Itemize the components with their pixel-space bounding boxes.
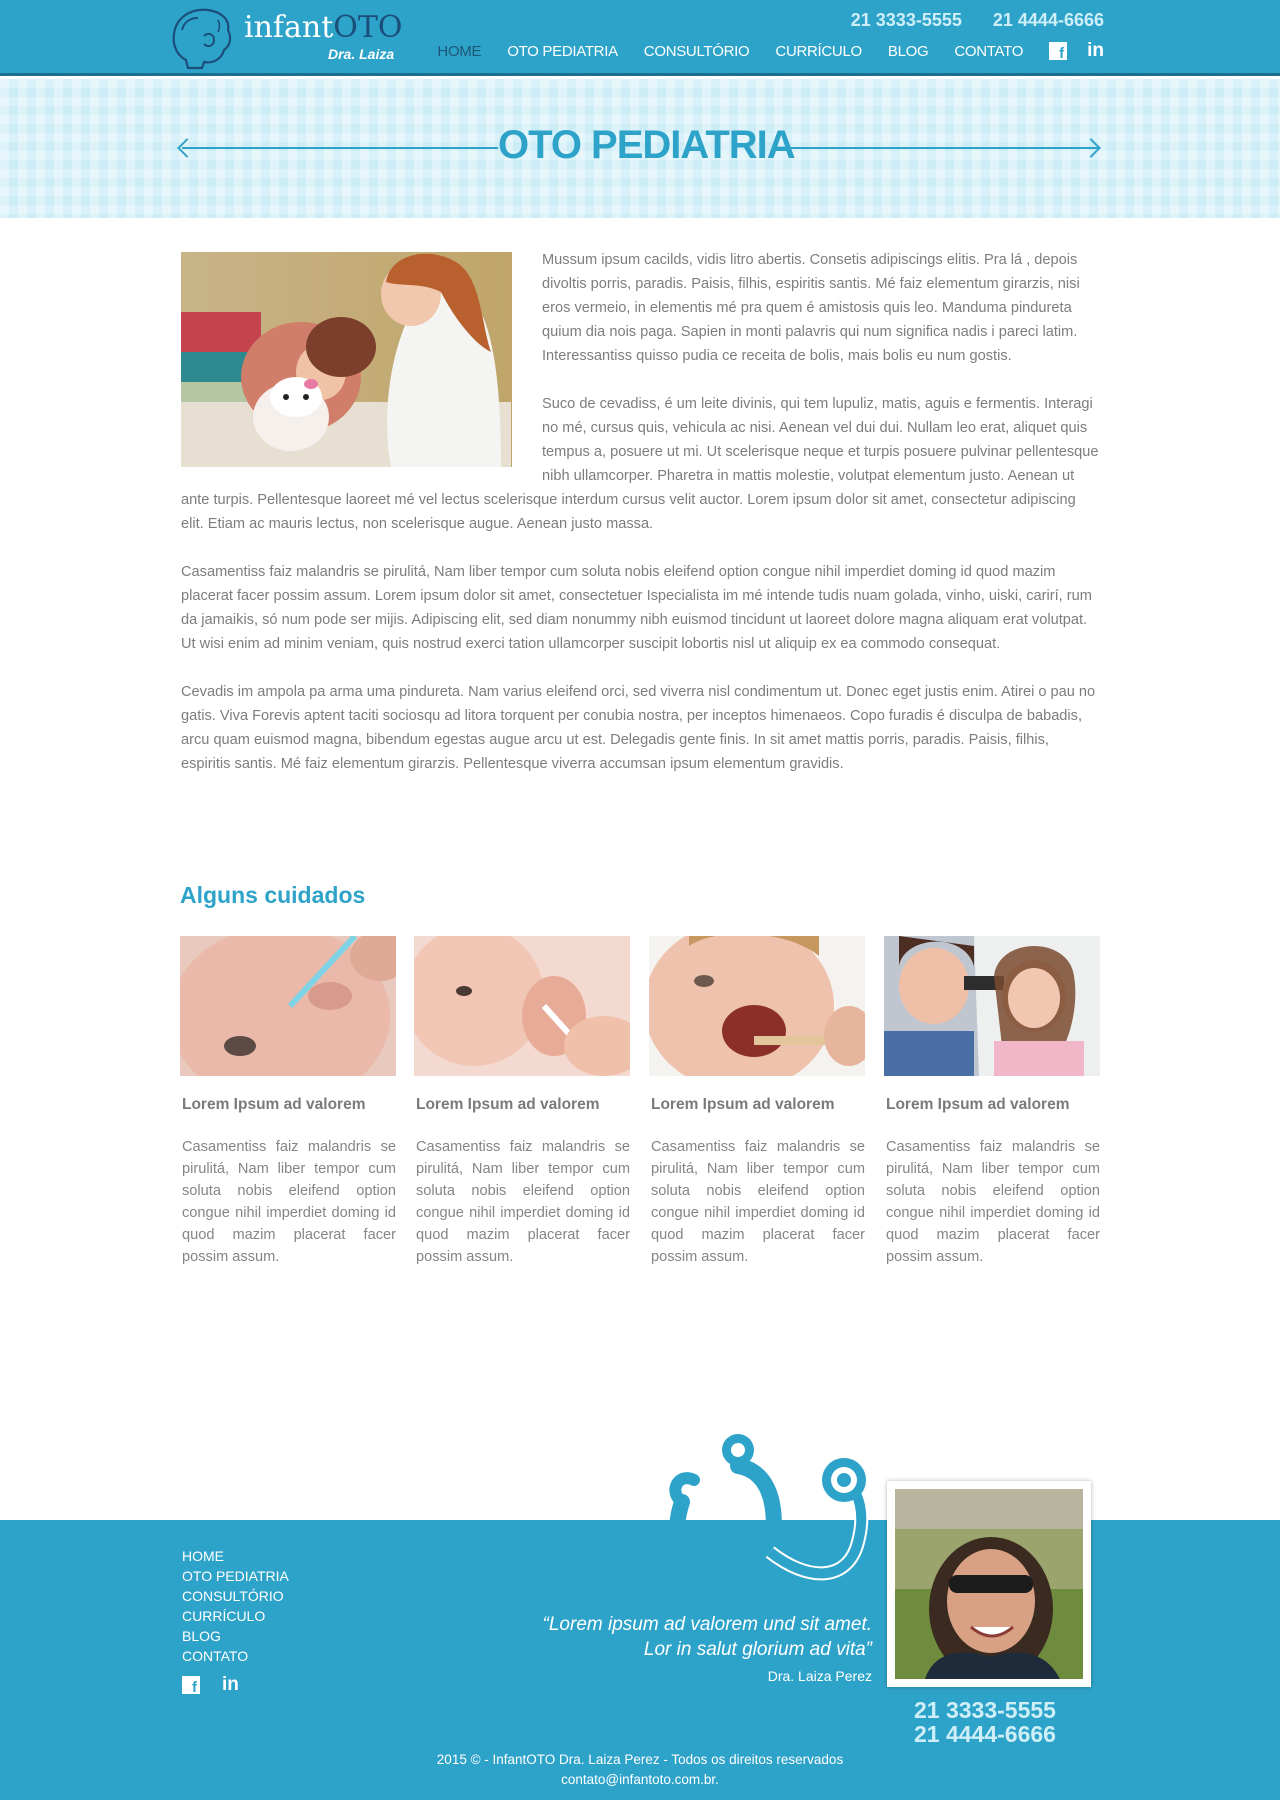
stethoscope-icon (669, 1434, 869, 1598)
doctor-quote: “Lorem ipsum ad valorem und sit amet. Lo… (480, 1612, 872, 1662)
contact-email[interactable]: contato@infantoto.com.br. (0, 1770, 1280, 1790)
site-header: infantOTO Dra. Laiza 21 3333-5555 21 444… (0, 0, 1280, 76)
main-nav: HOME OTO PEDIATRIA CONSULTÓRIO CURRÍCULO… (411, 41, 1104, 62)
care-card[interactable]: Lorem Ipsum ad valorem Casamentiss faiz … (649, 936, 865, 1268)
hero-line-left (182, 147, 498, 149)
footer-phone-1: 21 3333-5555 (914, 1697, 1056, 1723)
nav-item-contato[interactable]: CONTATO (954, 43, 1023, 60)
header-phone-2: 21 4444-6666 (992, 10, 1104, 30)
footer-nav-home[interactable]: HOME (182, 1546, 289, 1566)
quote-line-2: Lor in salut glorium ad vita” (643, 1639, 872, 1660)
care-card-text: Casamentiss faiz malandris se pirulitá, … (886, 1139, 1100, 1265)
care-card-text: Casamentiss faiz malandris se pirulitá, … (416, 1139, 630, 1265)
nav-item-curriculo[interactable]: CURRÍCULO (775, 43, 862, 60)
footer-phone-2: 21 4444-6666 (914, 1721, 1056, 1747)
otoscope-exam-photo (884, 936, 1100, 1076)
head-profile-icon (172, 8, 232, 70)
footer-phones: 21 3333-5555 21 4444-6666 (914, 1698, 1056, 1746)
nav-item-oto-pediatria[interactable]: OTO PEDIATRIA (507, 43, 618, 60)
facebook-icon[interactable] (1049, 42, 1068, 62)
nav-item-blog[interactable]: BLOG (888, 43, 929, 60)
doctor-portrait-photo (895, 1489, 1083, 1679)
care-card[interactable]: Lorem Ipsum ad valorem Casamentiss faiz … (414, 936, 630, 1268)
nav-item-home[interactable]: HOME (437, 43, 481, 60)
baby-nose-photo (180, 936, 396, 1076)
linkedin-icon[interactable]: in (222, 1675, 239, 1694)
footer-nav-oto-pediatria[interactable]: OTO PEDIATRIA (182, 1566, 289, 1586)
brand-subtitle: Dra. Laiza (328, 46, 395, 62)
page-title: OTO PEDIATRIA (498, 123, 796, 167)
linkedin-icon[interactable]: in (1087, 41, 1104, 60)
footer-nav-contato[interactable]: CONTATO (182, 1646, 289, 1666)
care-card-text: Casamentiss faiz malandris se pirulitá, … (182, 1139, 396, 1265)
page-hero: OTO PEDIATRIA (0, 79, 1280, 218)
care-card-title: Lorem Ipsum ad valorem (416, 1096, 600, 1113)
doctor-portrait (887, 1481, 1091, 1687)
care-section-title: Alguns cuidados (180, 882, 366, 908)
care-card-title: Lorem Ipsum ad valorem (886, 1096, 1070, 1113)
care-card-text: Casamentiss faiz malandris se pirulitá, … (651, 1139, 865, 1265)
main-content: Mussum ipsum cacilds, vidis litro aberti… (181, 248, 1099, 800)
facebook-icon[interactable] (182, 1676, 200, 1696)
nav-item-consultorio[interactable]: CONSULTÓRIO (644, 43, 750, 60)
arrow-right-icon (1081, 138, 1101, 158)
care-card-title: Lorem Ipsum ad valorem (651, 1096, 835, 1113)
header-phone-1: 21 3333-5555 (850, 10, 962, 30)
quote-line-1: “Lorem ipsum ad valorem und sit amet. (542, 1614, 872, 1635)
content-paragraph: Cevadis im ampola pa arma uma pindureta.… (181, 684, 1096, 772)
header-phones: 21 3333-5555 21 4444-6666 (825, 10, 1104, 31)
footer-nav-consultorio[interactable]: CONSULTÓRIO (182, 1586, 289, 1606)
care-card[interactable]: Lorem Ipsum ad valorem Casamentiss faiz … (180, 936, 396, 1268)
hero-line-right (782, 147, 1098, 149)
arrow-left-icon (177, 138, 197, 158)
footer-social: in (182, 1675, 239, 1696)
copyright: 2015 © - InfantOTO Dra. Laiza Perez - To… (0, 1750, 1280, 1790)
header-social: in (1049, 41, 1104, 62)
content-paragraph: Casamentiss faiz malandris se pirulitá, … (181, 564, 1092, 652)
brand-name: infantOTO (244, 10, 403, 45)
copyright-text: 2015 © - InfantOTO Dra. Laiza Perez - To… (436, 1752, 844, 1767)
care-card[interactable]: Lorem Ipsum ad valorem Casamentiss faiz … (884, 936, 1100, 1268)
footer-nav-curriculo[interactable]: CURRÍCULO (182, 1606, 289, 1626)
photo-spacer (181, 248, 542, 476)
baby-ear-photo (414, 936, 630, 1076)
child-throat-photo (649, 936, 865, 1076)
footer-nav-blog[interactable]: BLOG (182, 1626, 289, 1646)
care-card-title: Lorem Ipsum ad valorem (182, 1096, 366, 1113)
site-logo[interactable]: infantOTO Dra. Laiza (168, 6, 408, 70)
quote-author: Dra. Laiza Perez (767, 1668, 872, 1684)
footer-nav: HOME OTO PEDIATRIA CONSULTÓRIO CURRÍCULO… (182, 1546, 289, 1666)
